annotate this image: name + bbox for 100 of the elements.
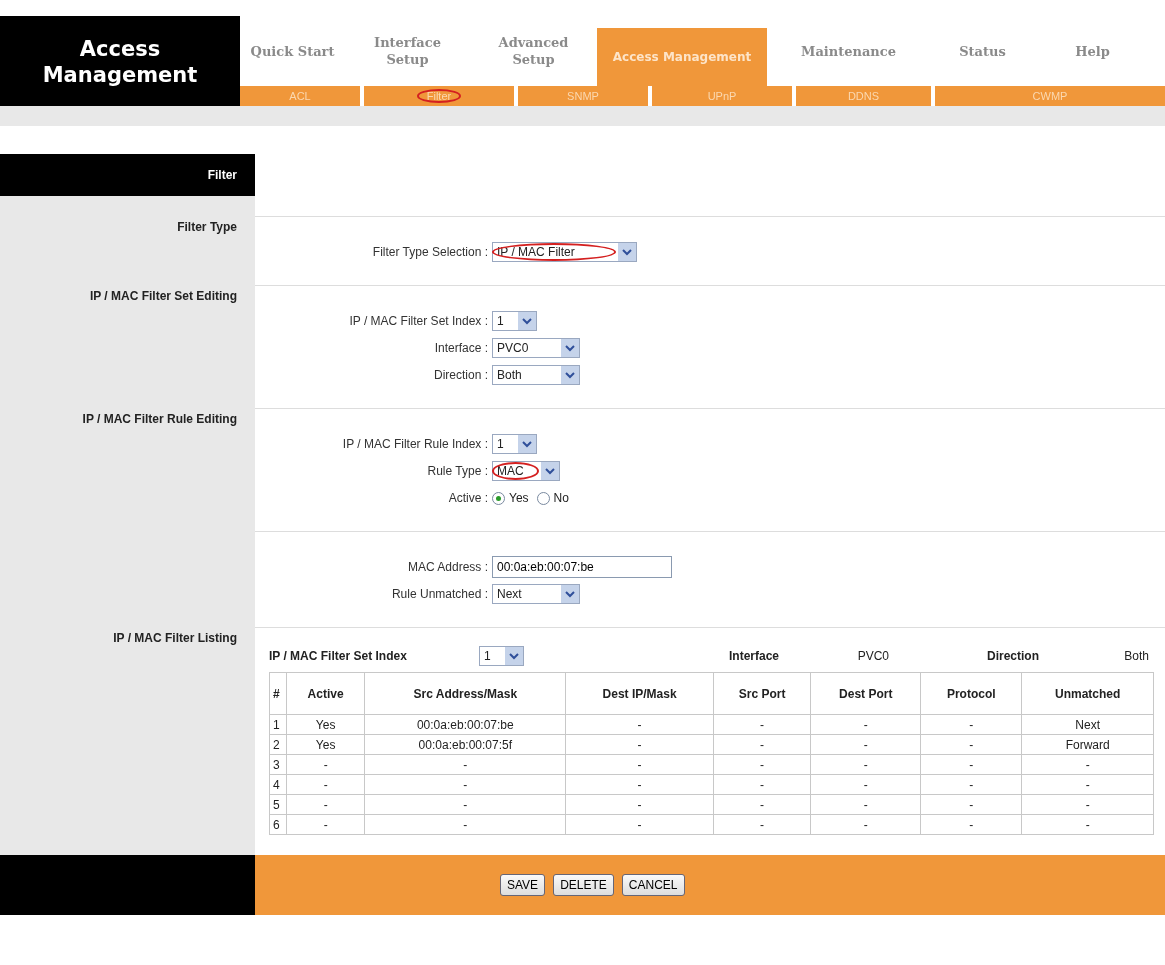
radio-label: No <box>553 491 569 505</box>
table-cell: - <box>810 774 921 795</box>
action-button[interactable]: SAVE <box>500 874 546 896</box>
table-cell: Next <box>1021 714 1154 735</box>
section-label: IP / MAC Filter Rule Editing <box>82 412 237 426</box>
table-cell: 6 <box>269 814 287 835</box>
dropdown[interactable]: Both <box>492 365 580 385</box>
chevron-down-icon <box>622 248 632 256</box>
table-cell: - <box>713 794 811 815</box>
table-cell: - <box>565 714 714 735</box>
dropdown[interactable]: MAC <box>492 461 560 481</box>
table-cell: - <box>920 714 1022 735</box>
field-label: IP / MAC Filter Set Index <box>269 649 408 663</box>
table-cell: - <box>286 814 365 835</box>
field-value: Both <box>1123 649 1149 663</box>
column-header: Src Address/Mask <box>364 672 566 715</box>
column-header: Unmatched <box>1021 672 1154 715</box>
field-label: Direction <box>986 649 1039 663</box>
field-label: IP / MAC Filter Set Index : <box>348 314 488 328</box>
table-cell: - <box>565 814 714 835</box>
table-cell: - <box>810 794 921 815</box>
table-cell: - <box>1021 794 1154 815</box>
mac-address-field[interactable]: 00:0a:eb:00:07:be <box>492 556 672 578</box>
table-cell: - <box>920 734 1022 755</box>
column-header: Dest IP/Mask <box>565 672 714 715</box>
table-cell: - <box>1021 754 1154 775</box>
nav-tab[interactable]: Access Management <box>597 28 767 86</box>
table-cell: Yes <box>286 714 365 735</box>
dropdown[interactable]: 1 <box>479 646 524 666</box>
field-label: IP / MAC Filter Rule Index : <box>341 437 488 451</box>
chevron-down-icon <box>522 317 532 325</box>
column-header: Src Port <box>713 672 811 715</box>
table-cell: - <box>1021 814 1154 835</box>
field-value: PVC0 <box>856 649 889 663</box>
table-cell: - <box>920 794 1022 815</box>
field-label: Filter Type Selection : <box>371 245 488 259</box>
radio-button[interactable] <box>492 491 505 505</box>
table-cell: Yes <box>286 734 365 755</box>
column-header: Protocol <box>920 672 1022 715</box>
table-cell: - <box>565 774 714 795</box>
chevron-down-icon <box>565 344 575 352</box>
table-cell: - <box>565 794 714 815</box>
field-label: Rule Unmatched : <box>390 587 488 601</box>
field-label: MAC Address : <box>406 560 488 574</box>
column-header: # <box>269 672 287 715</box>
table-cell: - <box>364 774 566 795</box>
radio-label: Yes <box>509 491 529 505</box>
chevron-down-icon <box>545 467 555 475</box>
table-cell: - <box>713 774 811 795</box>
dropdown[interactable]: 1 <box>492 311 537 331</box>
dropdown[interactable]: Next <box>492 584 580 604</box>
table-cell: - <box>810 814 921 835</box>
table-cell: 3 <box>269 754 287 775</box>
table-cell: Forward <box>1021 734 1154 755</box>
table-cell: - <box>920 754 1022 775</box>
page-title: Access Management <box>0 16 240 106</box>
table-cell: - <box>713 814 811 835</box>
section-title: Filter <box>0 154 255 196</box>
table-cell: - <box>1021 774 1154 795</box>
table-cell: - <box>286 754 365 775</box>
chevron-down-icon <box>509 652 519 660</box>
field-label: Interface <box>727 649 779 663</box>
field-label: Interface : <box>433 341 488 355</box>
dropdown[interactable]: 1 <box>492 434 537 454</box>
section-label: IP / MAC Filter Listing <box>113 631 237 645</box>
table-cell: - <box>364 794 566 815</box>
table-cell: 5 <box>269 794 287 815</box>
table-cell: - <box>920 774 1022 795</box>
action-button[interactable]: DELETE <box>553 874 614 896</box>
table-cell: - <box>810 734 921 755</box>
table-cell: 00:0a:eb:00:07:5f <box>364 734 566 755</box>
table-cell: - <box>713 734 811 755</box>
section-label: Filter Type <box>177 220 237 234</box>
field-label: Direction : <box>432 368 488 382</box>
table-cell: 1 <box>269 714 287 735</box>
table-cell: 2 <box>269 734 287 755</box>
highlight-circle <box>416 89 462 103</box>
chevron-down-icon <box>522 440 532 448</box>
field-label: Rule Type : <box>426 464 488 478</box>
column-header: Dest Port <box>810 672 921 715</box>
table-cell: - <box>286 794 365 815</box>
chevron-down-icon <box>565 371 575 379</box>
table-cell: - <box>713 754 811 775</box>
column-header: Active <box>286 672 365 715</box>
table-cell: 4 <box>269 774 287 795</box>
chevron-down-icon <box>565 590 575 598</box>
table-cell: - <box>364 814 566 835</box>
action-button[interactable]: CANCEL <box>621 874 685 896</box>
table-cell: - <box>565 754 714 775</box>
radio-button[interactable] <box>536 491 550 505</box>
table-cell: - <box>364 754 566 775</box>
dropdown[interactable]: PVC0 <box>492 338 580 358</box>
table-cell: - <box>286 774 365 795</box>
table-cell: - <box>920 814 1022 835</box>
table-cell: - <box>810 754 921 775</box>
table-cell: - <box>713 714 811 735</box>
table-cell: - <box>565 734 714 755</box>
highlight-circle <box>492 462 539 480</box>
section-label: IP / MAC Filter Set Editing <box>89 289 237 303</box>
table-cell: - <box>810 714 921 735</box>
